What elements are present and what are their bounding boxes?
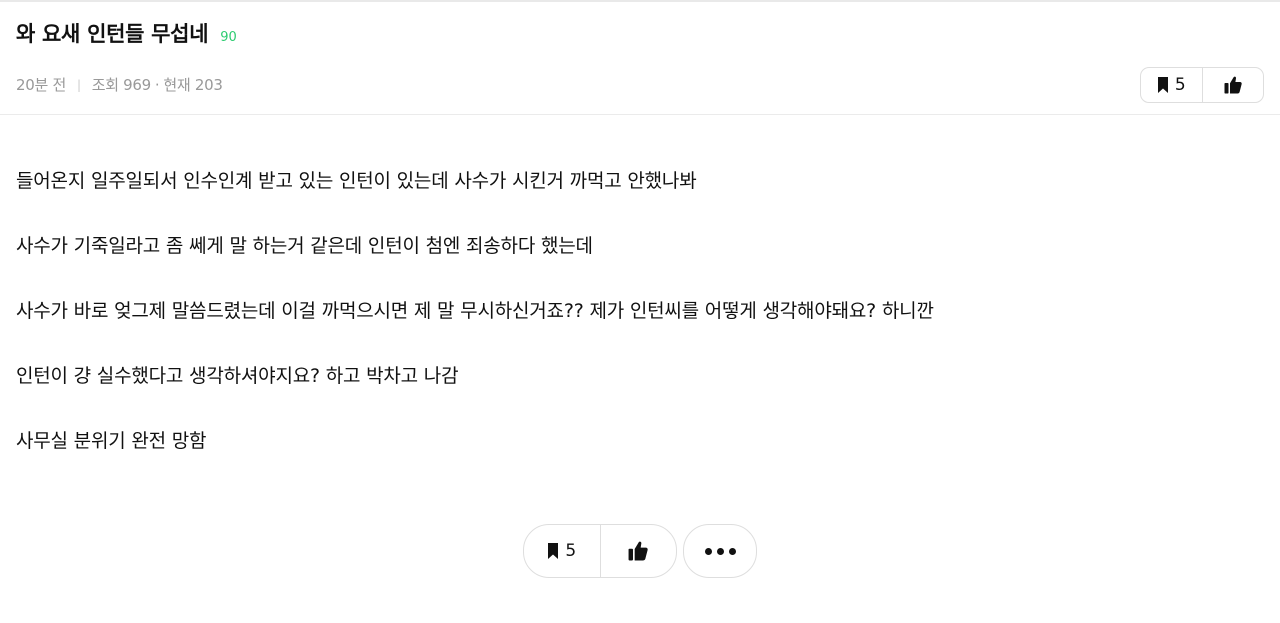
post-header: 와 요새 인턴들 무섭네 90 20분 전 | 조회 969 · 현재 203 … xyxy=(0,2,1280,115)
more-dots-icon xyxy=(728,547,736,555)
scrap-button[interactable]: 5 xyxy=(524,525,600,577)
comment-count[interactable]: 90 xyxy=(220,30,237,45)
view-count: 조회 969 xyxy=(91,76,152,94)
top-action-group: 5 xyxy=(1140,67,1264,103)
body-paragraph: 사수가 바로 엊그제 말씀드렸는데 이걸 까먹으시면 제 말 무시하신거죠?? … xyxy=(16,300,934,322)
meta-dot: · xyxy=(154,75,160,94)
scrap-button[interactable]: 5 xyxy=(1141,68,1202,102)
bookmark-icon xyxy=(1157,77,1169,93)
bookmark-icon xyxy=(547,543,559,559)
body-paragraph: 사무실 분위기 완전 망함 xyxy=(16,430,207,452)
thumbs-up-icon xyxy=(1224,76,1242,94)
more-button[interactable] xyxy=(683,524,757,578)
body-paragraph: 들어온지 일주일되서 인수인계 받고 있는 인턴이 있는데 사수가 시킨거 까먹… xyxy=(16,170,697,192)
more-dots-icon xyxy=(716,547,724,555)
post-meta: 20분 전 | 조회 969 · 현재 203 xyxy=(16,74,223,95)
meta-separator: | xyxy=(76,77,81,92)
body-paragraph: 사수가 기죽일라고 좀 쎄게 말 하는거 같은데 인턴이 첨엔 죄송하다 했는데 xyxy=(16,235,593,257)
thumbs-up-icon xyxy=(628,541,648,561)
scrap-count: 5 xyxy=(1174,75,1186,95)
like-button[interactable] xyxy=(599,525,677,577)
like-button[interactable] xyxy=(1201,68,1264,102)
more-dots-icon xyxy=(704,547,712,555)
current-viewers: 현재 203 xyxy=(163,76,223,94)
body-paragraph: 인턴이 걍 실수했다고 생각하셔야지요? 하고 박차고 나감 xyxy=(16,365,459,387)
title-row: 와 요새 인턴들 무섭네 90 xyxy=(16,18,237,48)
post-body: 들어온지 일주일되서 인수인계 받고 있는 인턴이 있는데 사수가 시킨거 까먹… xyxy=(16,166,1256,491)
post-time: 20분 전 xyxy=(16,76,66,94)
post-title: 와 요새 인턴들 무섭네 xyxy=(16,22,209,46)
scrap-count: 5 xyxy=(565,541,577,561)
bottom-action-group: 5 xyxy=(523,524,677,578)
